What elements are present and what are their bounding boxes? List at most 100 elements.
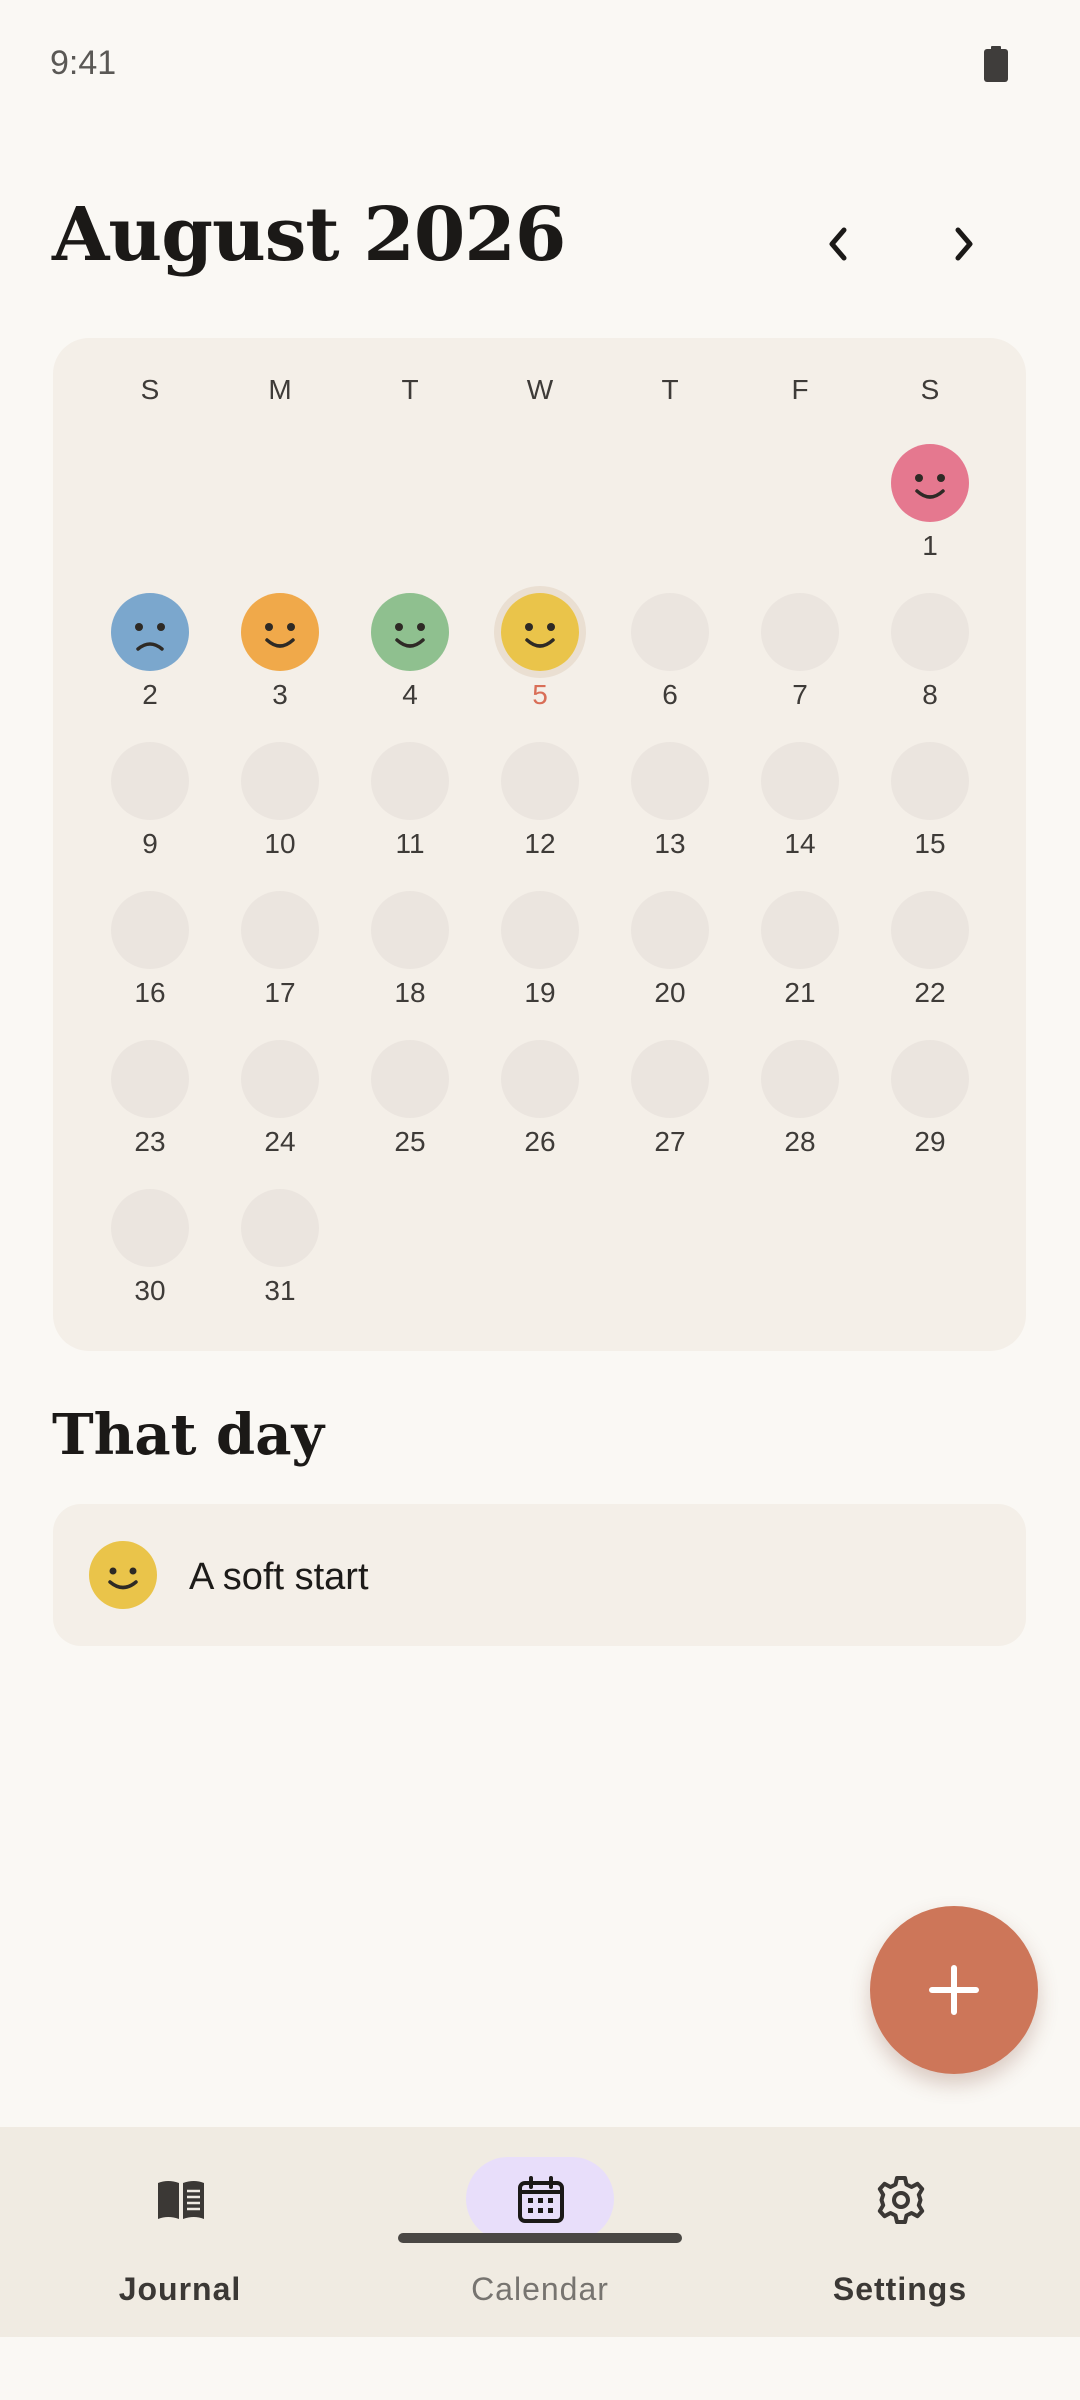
day-cell-7[interactable]: 7 bbox=[735, 593, 865, 733]
day-number: 10 bbox=[264, 828, 296, 859]
day-number: 25 bbox=[394, 1126, 426, 1157]
empty-mood-circle bbox=[761, 891, 839, 969]
empty-mood-circle bbox=[501, 891, 579, 969]
day-cell-9[interactable]: 9 bbox=[85, 742, 215, 882]
empty-mood-circle bbox=[631, 593, 709, 671]
nav-pill-active bbox=[466, 2157, 614, 2241]
day-number: 4 bbox=[402, 679, 418, 710]
entry-title: A soft start bbox=[189, 1556, 369, 1598]
nav-item-journal[interactable]: Journal bbox=[0, 2127, 360, 2337]
day-cell-21[interactable]: 21 bbox=[735, 891, 865, 1031]
day-number: 22 bbox=[914, 977, 946, 1008]
plus-icon bbox=[929, 1965, 979, 2015]
day-cell-17[interactable]: 17 bbox=[215, 891, 345, 1031]
empty-mood-circle bbox=[111, 742, 189, 820]
day-cell-6[interactable]: 6 bbox=[605, 593, 735, 733]
day-number: 16 bbox=[134, 977, 166, 1008]
mood-happy-icon bbox=[241, 593, 319, 671]
day-cell-5[interactable]: 5 bbox=[475, 593, 605, 733]
day-cell-22[interactable]: 22 bbox=[865, 891, 995, 1031]
day-cell-15[interactable]: 15 bbox=[865, 742, 995, 882]
day-cell-2[interactable]: 2 bbox=[85, 593, 215, 733]
day-cell-28[interactable]: 28 bbox=[735, 1040, 865, 1180]
day-number: 7 bbox=[792, 679, 808, 710]
status-bar: 9:41 bbox=[0, 0, 1080, 130]
day-cell-20[interactable]: 20 bbox=[605, 891, 735, 1031]
empty-mood-circle bbox=[501, 742, 579, 820]
day-cell-11[interactable]: 11 bbox=[345, 742, 475, 882]
day-cell-14[interactable]: 14 bbox=[735, 742, 865, 882]
mood-happy-icon bbox=[89, 1541, 157, 1609]
day-number: 28 bbox=[784, 1126, 816, 1157]
day-number: 21 bbox=[784, 977, 816, 1008]
day-cell-8[interactable]: 8 bbox=[865, 593, 995, 733]
add-entry-button[interactable] bbox=[870, 1906, 1038, 2074]
day-cell-24[interactable]: 24 bbox=[215, 1040, 345, 1180]
day-cell-12[interactable]: 12 bbox=[475, 742, 605, 882]
empty-mood-circle bbox=[501, 1040, 579, 1118]
day-number: 2 bbox=[142, 679, 158, 710]
weekday-label: S bbox=[920, 374, 940, 405]
nav-label-settings: Settings bbox=[832, 2271, 968, 2307]
empty-mood-circle bbox=[111, 1040, 189, 1118]
day-cell-13[interactable]: 13 bbox=[605, 742, 735, 882]
day-cell-1[interactable]: 1 bbox=[865, 444, 995, 584]
day-number: 26 bbox=[524, 1126, 556, 1157]
weekday-label: T bbox=[661, 374, 679, 405]
mood-happy-icon bbox=[501, 593, 579, 671]
weekday-label: F bbox=[791, 374, 809, 405]
day-number: 31 bbox=[264, 1275, 296, 1306]
day-cell-29[interactable]: 29 bbox=[865, 1040, 995, 1180]
mood-happy-icon bbox=[891, 444, 969, 522]
day-number: 30 bbox=[134, 1275, 166, 1306]
gear-icon bbox=[877, 2176, 925, 2224]
day-cell-16[interactable]: 16 bbox=[85, 891, 215, 1031]
day-number: 27 bbox=[654, 1126, 686, 1157]
month-title: August 2026 bbox=[52, 192, 566, 278]
day-cell-4[interactable]: 4 bbox=[345, 593, 475, 733]
day-cell-18[interactable]: 18 bbox=[345, 891, 475, 1031]
chevron-left-icon bbox=[829, 227, 847, 261]
empty-mood-circle bbox=[761, 1040, 839, 1118]
entry-card[interactable]: A soft start bbox=[53, 1504, 1026, 1646]
day-cell-23[interactable]: 23 bbox=[85, 1040, 215, 1180]
empty-mood-circle bbox=[111, 1189, 189, 1267]
empty-mood-circle bbox=[241, 891, 319, 969]
day-number: 23 bbox=[134, 1126, 166, 1157]
empty-mood-circle bbox=[761, 742, 839, 820]
empty-mood-circle bbox=[761, 593, 839, 671]
empty-mood-circle bbox=[891, 742, 969, 820]
nav-item-calendar[interactable]: Calendar bbox=[360, 2127, 720, 2337]
next-month-button[interactable] bbox=[924, 204, 1004, 284]
day-cell-19[interactable]: 19 bbox=[475, 891, 605, 1031]
day-number: 14 bbox=[784, 828, 816, 859]
calendar-icon bbox=[518, 2176, 564, 2223]
weekday-label: M bbox=[268, 374, 292, 405]
day-cell-27[interactable]: 27 bbox=[605, 1040, 735, 1180]
empty-mood-circle bbox=[631, 1040, 709, 1118]
day-cell-3[interactable]: 3 bbox=[215, 593, 345, 733]
day-number: 15 bbox=[914, 828, 946, 859]
battery-icon bbox=[984, 46, 1008, 82]
nav-label-calendar: Calendar bbox=[471, 2271, 609, 2307]
nav-label-journal: Journal bbox=[118, 2271, 242, 2307]
empty-mood-circle bbox=[241, 1040, 319, 1118]
section-title: That day bbox=[52, 1402, 325, 1468]
status-time: 9:41 bbox=[50, 44, 117, 82]
bottom-navigation: Journal Calendar Settings bbox=[0, 2127, 1080, 2337]
day-number: 13 bbox=[654, 828, 686, 859]
day-number: 6 bbox=[662, 679, 678, 710]
day-cell-31[interactable]: 31 bbox=[215, 1189, 345, 1329]
day-number: 19 bbox=[524, 977, 556, 1008]
day-cell-25[interactable]: 25 bbox=[345, 1040, 475, 1180]
day-number: 17 bbox=[264, 977, 296, 1008]
empty-mood-circle bbox=[891, 593, 969, 671]
previous-month-button[interactable] bbox=[798, 204, 878, 284]
day-cell-26[interactable]: 26 bbox=[475, 1040, 605, 1180]
day-cell-10[interactable]: 10 bbox=[215, 742, 345, 882]
day-number: 18 bbox=[394, 977, 426, 1008]
day-cell-30[interactable]: 30 bbox=[85, 1189, 215, 1329]
nav-item-settings[interactable]: Settings bbox=[720, 2127, 1080, 2337]
mood-happy-icon bbox=[371, 593, 449, 671]
empty-mood-circle bbox=[631, 891, 709, 969]
